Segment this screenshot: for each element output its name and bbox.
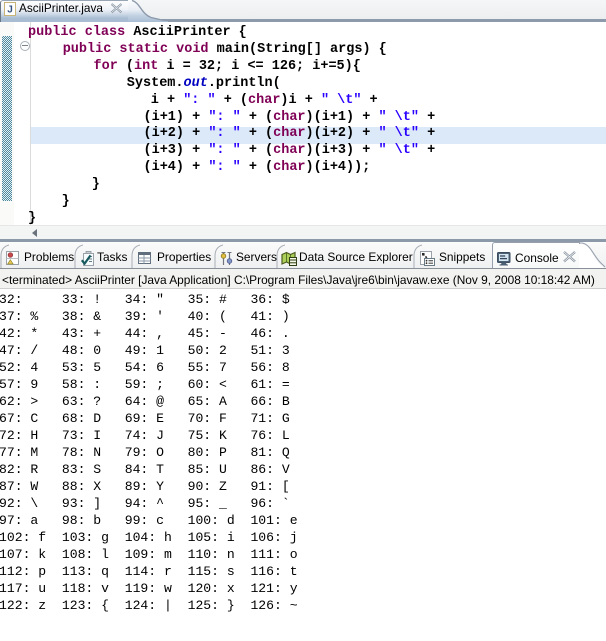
svg-text:J: J (7, 5, 13, 16)
